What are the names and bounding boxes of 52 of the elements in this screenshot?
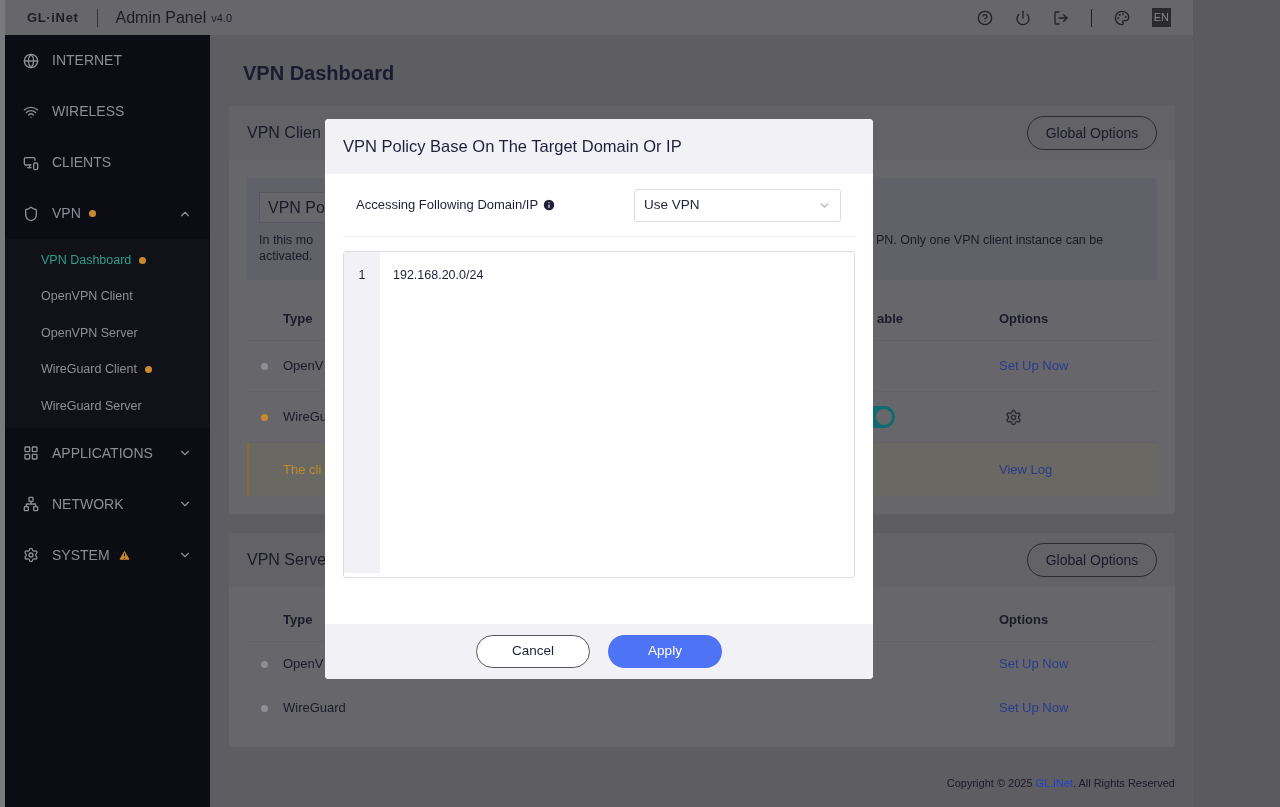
cancel-button[interactable]: Cancel bbox=[476, 635, 590, 668]
column-header: Type bbox=[283, 611, 314, 630]
column-header: Options bbox=[999, 310, 1050, 329]
submenu-item[interactable]: OpenVPN Server bbox=[5, 315, 210, 352]
table-cell-text: OpenV bbox=[283, 357, 325, 376]
sidebar-item[interactable]: INTERNET bbox=[5, 35, 210, 86]
column-header: Options bbox=[999, 611, 1050, 630]
description-text: In this mo bbox=[259, 232, 315, 248]
column-header: able bbox=[877, 310, 904, 329]
globe-icon bbox=[23, 52, 39, 69]
field-label: Accessing Following Domain/IP bbox=[356, 196, 539, 215]
palette-icon[interactable] bbox=[1113, 9, 1130, 26]
submenu-item[interactable]: WireGuard Client bbox=[5, 351, 210, 388]
devices-icon bbox=[23, 154, 39, 171]
grid-icon bbox=[23, 445, 39, 461]
submenu-item[interactable]: WireGuard Server bbox=[5, 388, 210, 425]
logout-icon[interactable] bbox=[1052, 9, 1069, 26]
language-button[interactable]: EN bbox=[1151, 8, 1171, 27]
description-text: PN. Only one VPN client instance can be bbox=[876, 232, 1104, 249]
power-icon[interactable] bbox=[1014, 9, 1031, 26]
sidebar-item[interactable]: SYSTEM bbox=[5, 529, 210, 581]
sidebar-item[interactable]: CLIENTS bbox=[5, 137, 210, 188]
logo[interactable]: GL·iNet bbox=[27, 7, 79, 28]
app-title: Admin Panel bbox=[115, 7, 207, 28]
card-title: VPN Serve bbox=[247, 550, 327, 570]
network-icon bbox=[23, 496, 39, 512]
submenu-item[interactable]: OpenVPN Client bbox=[5, 278, 210, 315]
sidebar-item[interactable]: NETWORK bbox=[5, 478, 210, 530]
code-line: 192.168.20.0/24 bbox=[393, 267, 484, 284]
alert-text: The cli bbox=[283, 460, 323, 479]
page-title: VPN Dashboard bbox=[243, 61, 396, 86]
table-cell-text: WireGuard bbox=[283, 699, 346, 718]
version-label: v4.0 bbox=[211, 11, 232, 27]
dialog-title: VPN Policy Base On The Target Domain Or IP bbox=[343, 136, 682, 158]
settings-icon bbox=[23, 547, 39, 563]
apply-button[interactable]: Apply bbox=[608, 635, 722, 668]
info-icon[interactable] bbox=[542, 198, 557, 212]
help-icon[interactable] bbox=[976, 9, 993, 26]
table-cell-text: OpenV bbox=[283, 655, 324, 674]
settings-icon[interactable] bbox=[1005, 408, 1022, 426]
sidebar-item[interactable]: VPN bbox=[5, 188, 210, 239]
line-number: 1 bbox=[358, 267, 366, 284]
description-text: activated. bbox=[259, 248, 314, 264]
copyright-text: Copyright © 2025 GL.iNet. All Rights Reserved bbox=[946, 776, 1175, 791]
card-title: VPN Clien bbox=[247, 123, 321, 143]
code-editor[interactable]: 1 192.168.20.0/24 bbox=[343, 251, 855, 578]
policy-select[interactable]: Use VPN bbox=[634, 188, 841, 222]
column-header: Type bbox=[283, 310, 314, 329]
sidebar-item[interactable]: WIRELESS bbox=[5, 86, 210, 137]
submenu-item[interactable]: VPN Dashboard bbox=[5, 242, 210, 279]
sidebar-item[interactable]: APPLICATIONS bbox=[5, 427, 210, 479]
shield-icon bbox=[23, 205, 39, 222]
